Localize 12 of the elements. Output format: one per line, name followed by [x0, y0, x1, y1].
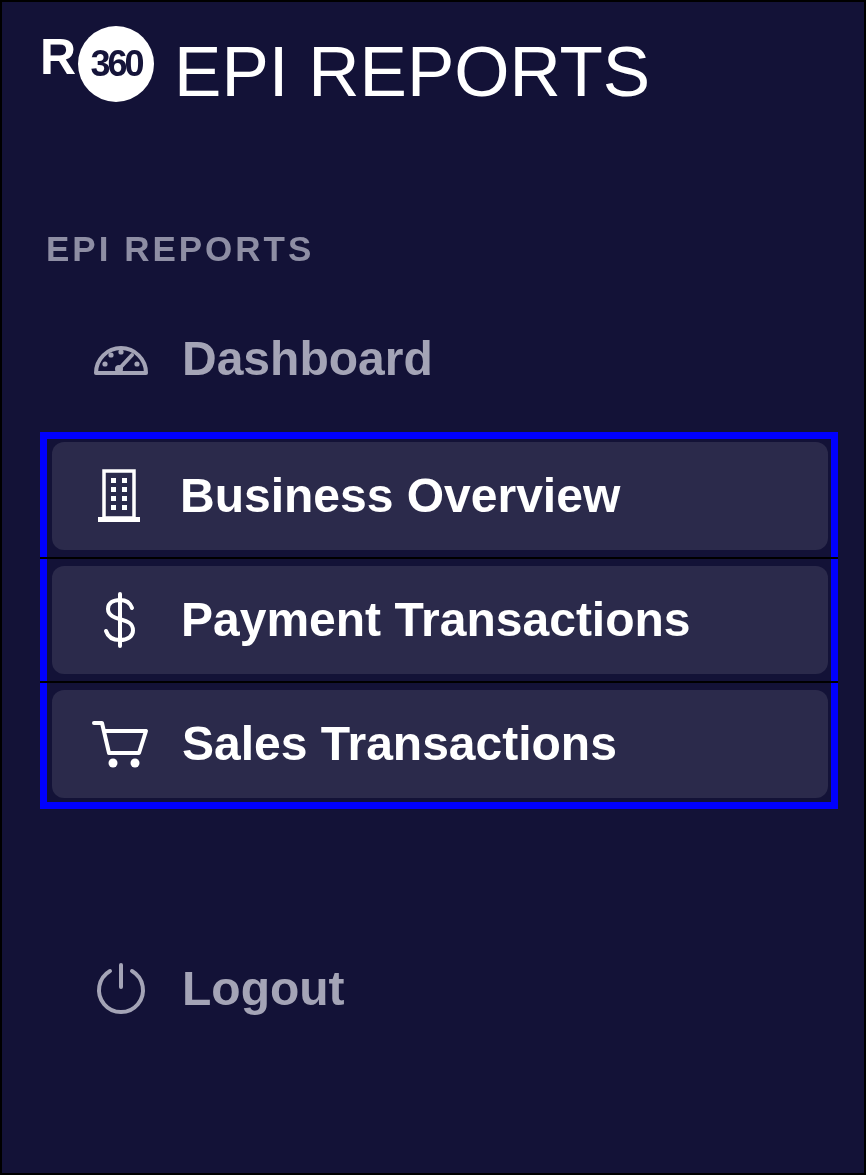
nav-item[interactable]: Dashboard: [52, 305, 828, 413]
nav-item[interactable]: Logout: [52, 935, 828, 1043]
section-label: EPI REPORTS: [46, 228, 315, 269]
app-title: EPI REPORTS: [174, 35, 651, 107]
logo-badge: 360: [78, 26, 155, 102]
nav-item[interactable]: Business Overview: [52, 442, 828, 550]
nav-item[interactable]: Sales Transactions: [52, 690, 828, 798]
power-icon: [94, 962, 148, 1016]
building-icon: [98, 469, 140, 523]
cart-icon: [92, 719, 150, 769]
nav-item[interactable]: Payment Transactions: [52, 566, 828, 674]
logo-letter: R: [40, 32, 77, 82]
